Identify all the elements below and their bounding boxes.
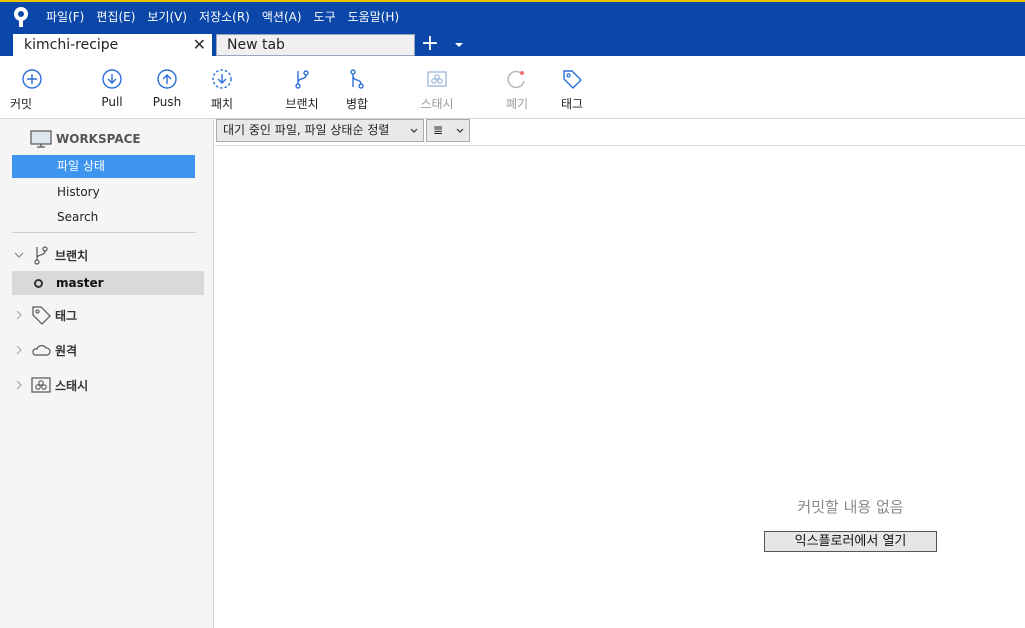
commit-button[interactable]: 커밋: [6, 56, 58, 118]
workspace-header: WORKSPACE: [30, 129, 141, 149]
fetch-label: 패치: [210, 97, 234, 111]
chevron-down-icon: [410, 128, 418, 133]
empty-state-message: 커밋할 내용 없음: [797, 498, 904, 516]
branch-label: master: [56, 276, 104, 290]
monitor-icon: [30, 130, 52, 148]
tab-label: New tab: [227, 37, 285, 53]
tag-label: 태그: [560, 97, 584, 111]
menu-help[interactable]: 도움말(H): [342, 8, 406, 26]
chevron-down-icon[interactable]: [452, 38, 466, 52]
menu-repository[interactable]: 저장소(R): [193, 8, 256, 26]
push-label: Push: [152, 95, 182, 109]
stashes-label: 스태시: [55, 378, 89, 393]
open-in-explorer-button[interactable]: 익스플로러에서 열기: [764, 531, 937, 552]
stash-icon: [427, 71, 447, 87]
list-view-icon: ≣: [433, 123, 444, 137]
fetch-button[interactable]: 패치: [196, 56, 248, 118]
sort-select-value: 대기 중인 파일, 파일 상태순 정렬: [223, 123, 390, 137]
sidebar-section-branches[interactable]: 브랜치: [12, 243, 88, 267]
chevron-down-icon: [456, 128, 464, 133]
chevron-right-icon: [16, 310, 22, 320]
window-accent-line: [0, 0, 1025, 2]
branch-icon: [295, 70, 309, 89]
menu-bar: 파일(F) 편집(E) 보기(V) 저장소(R) 액션(A) 도구 도움말(H): [40, 8, 405, 26]
sort-select[interactable]: 대기 중인 파일, 파일 상태순 정렬: [216, 119, 424, 142]
toolbar: 커밋 Pull Push 패치 브랜치 병합 스태시 폐기 태그: [0, 56, 1025, 119]
cloud-icon: [32, 345, 51, 356]
branches-label: 브랜치: [55, 248, 89, 263]
stash-icon: [31, 377, 51, 393]
discard-icon: [507, 70, 525, 89]
add-tab-icon[interactable]: +: [420, 33, 440, 55]
tab-new-tab[interactable]: New tab: [216, 34, 415, 56]
sidebar-item-history[interactable]: History: [12, 181, 195, 204]
tag-button[interactable]: 태그: [546, 56, 598, 118]
branch-icon: [34, 246, 48, 265]
discard-button[interactable]: 폐기: [491, 56, 543, 118]
sidebar-section-remotes[interactable]: 원격: [12, 338, 77, 362]
menu-actions[interactable]: 액션(A): [256, 8, 308, 26]
tag-icon: [32, 306, 51, 325]
sidebar-section-stashes[interactable]: 스태시: [12, 373, 88, 397]
content-divider: [215, 145, 1025, 146]
menu-tools[interactable]: 도구: [308, 8, 342, 26]
chevron-right-icon: [16, 345, 22, 355]
merge-icon: [350, 69, 364, 89]
chevron-right-icon: [16, 380, 22, 390]
tab-label: kimchi-recipe: [24, 37, 119, 53]
chevron-down-icon: [14, 252, 24, 258]
discard-label: 폐기: [505, 97, 529, 111]
tags-label: 태그: [55, 308, 78, 323]
sidebar: WORKSPACE 파일 상태 History Search 브랜치 maste…: [0, 119, 214, 628]
sidebar-item-search[interactable]: Search: [12, 206, 195, 229]
workspace-label: WORKSPACE: [56, 132, 141, 146]
title-bar: 파일(F) 편집(E) 보기(V) 저장소(R) 액션(A) 도구 도움말(H)…: [0, 0, 1025, 56]
branch-item-master[interactable]: master: [12, 271, 204, 295]
branch-button[interactable]: 브랜치: [276, 56, 328, 118]
sourcetree-logo-icon: [14, 7, 28, 27]
pull-label: Pull: [101, 95, 123, 109]
menu-edit[interactable]: 편집(E): [90, 8, 141, 26]
merge-button[interactable]: 병합: [331, 56, 383, 118]
plus-circle-icon: [22, 69, 42, 89]
view-mode-select[interactable]: ≣: [426, 119, 470, 142]
close-icon[interactable]: ✕: [193, 35, 206, 55]
menu-file[interactable]: 파일(F): [40, 8, 90, 26]
pull-button[interactable]: Pull: [86, 56, 138, 118]
stash-button[interactable]: 스태시: [411, 56, 463, 118]
arrow-down-circle-icon: [102, 69, 122, 89]
remotes-label: 원격: [55, 343, 78, 358]
commit-label: 커밋: [9, 97, 33, 111]
arrow-up-circle-icon: [157, 69, 177, 89]
sidebar-divider: [12, 232, 196, 233]
tab-kimchi-recipe[interactable]: kimchi-recipe ✕: [13, 34, 212, 56]
sidebar-section-tags[interactable]: 태그: [12, 303, 77, 327]
stash-label: 스태시: [420, 97, 454, 111]
tag-icon: [563, 70, 582, 89]
menu-view[interactable]: 보기(V): [141, 8, 193, 26]
branch-label: 브랜치: [285, 97, 319, 111]
merge-label: 병합: [345, 97, 369, 111]
current-branch-icon: [34, 278, 43, 288]
sidebar-item-file-status[interactable]: 파일 상태: [12, 155, 195, 178]
fetch-icon: [212, 69, 232, 89]
push-button[interactable]: Push: [141, 56, 193, 118]
